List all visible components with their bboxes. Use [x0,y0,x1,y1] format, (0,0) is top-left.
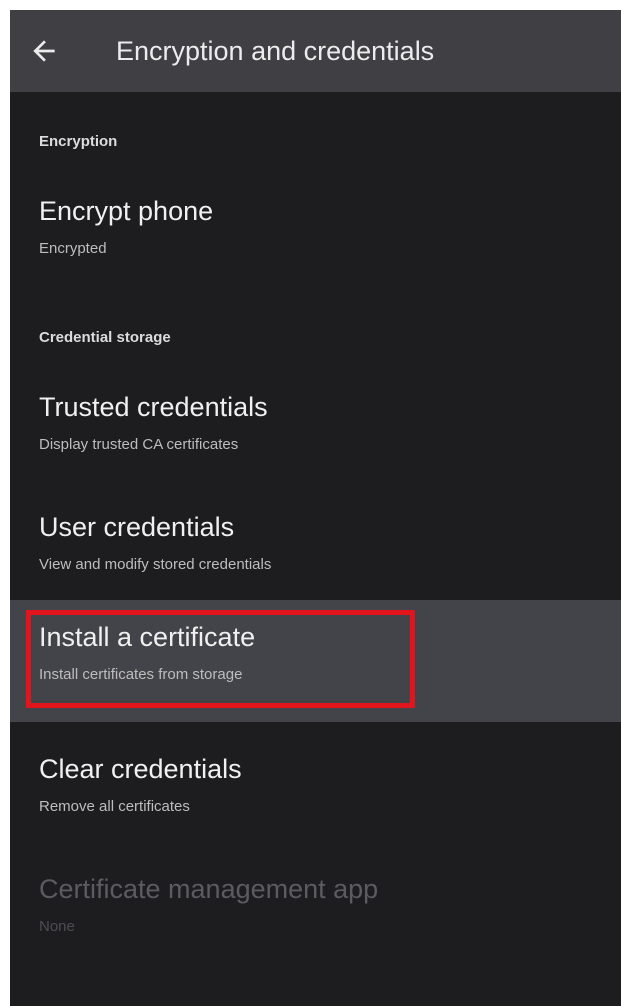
item-subtitle: View and modify stored credentials [39,556,272,573]
item-title: Encrypt phone [39,196,214,226]
item-title: Clear credentials [39,754,242,784]
arrow-back-icon[interactable] [28,35,60,67]
section-header-encryption: Encryption [39,133,118,150]
certificate-management-app-item: Certificate management app None [10,866,621,976]
item-title: Trusted credentials [39,392,268,422]
install-certificate-item[interactable]: Install a certificate Install certificat… [10,600,621,722]
item-title: User credentials [39,512,235,542]
item-subtitle: Encrypted [39,240,107,257]
page-title: Encryption and credentials [116,36,435,66]
settings-screen: Encryption and credentials Encryption En… [10,10,621,1006]
clear-credentials-item[interactable]: Clear credentials Remove all certificate… [10,746,621,856]
phone-frame: Encryption and credentials Encryption En… [0,0,621,1006]
app-bar: Encryption and credentials [10,10,621,92]
item-title: Install a certificate [39,622,256,652]
encrypt-phone-item[interactable]: Encrypt phone Encrypted [10,184,621,294]
section-header-credential-storage: Credential storage [39,329,171,346]
item-title: Certificate management app [39,874,379,904]
item-subtitle: Install certificates from storage [39,666,243,683]
user-credentials-item[interactable]: User credentials View and modify stored … [10,500,621,610]
item-subtitle: Display trusted CA certificates [39,436,239,453]
item-subtitle: Remove all certificates [39,798,190,815]
item-subtitle: None [39,918,75,935]
trusted-credentials-item[interactable]: Trusted credentials Display trusted CA c… [10,380,621,490]
